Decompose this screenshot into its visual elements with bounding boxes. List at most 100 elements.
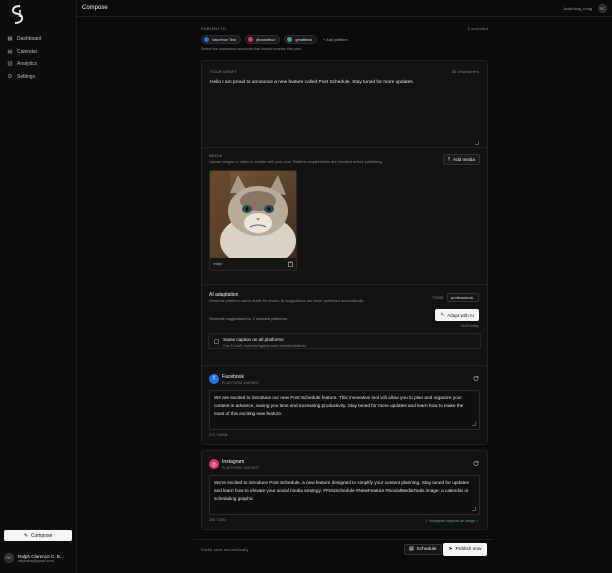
platform-subtitle: PLATFORM VARIANT (222, 381, 260, 385)
add-media-label: Add media (453, 157, 475, 162)
ai-generate-hint: Generate suggestions for 2 selected plat… (209, 317, 288, 321)
sidebar-item-label: Settings (17, 74, 36, 81)
resize-handle[interactable] (475, 141, 479, 145)
publish-button-label: Publish now (455, 547, 482, 552)
grid-icon: ▦ (7, 36, 13, 43)
account-icon (287, 37, 293, 42)
instagram-icon: ◎ (209, 459, 219, 469)
chart-icon: ▥ (7, 61, 13, 68)
draft-textarea[interactable]: Hello I am proud to announce a new featu… (210, 80, 479, 85)
facebook-textarea[interactable]: We are excited to introduce our new Post… (209, 390, 480, 430)
facebook-icon (204, 37, 209, 42)
user-email: ralpheba@gmail.com (18, 558, 54, 563)
resize-handle[interactable] (472, 422, 476, 426)
account-chip-label: Valorthun Test (212, 37, 236, 42)
footer-divider (193, 539, 493, 540)
facebook-icon: f (209, 374, 219, 384)
adapt-button-label: Adapt with AI (447, 312, 474, 318)
send-icon: ➤ (448, 547, 453, 552)
pencil-icon: ✎ (23, 532, 28, 539)
ai-subtitle: Generate platform-native drafts for revi… (209, 299, 365, 303)
tone-label: TONE (432, 296, 444, 300)
publish-now-button[interactable]: ➤ Publish now (443, 543, 487, 556)
sidebar-item-label: Dashboard (17, 36, 42, 43)
platform-subtitle: PLATFORM VARIANT (222, 466, 260, 470)
calendar-icon: ▤ (409, 547, 414, 552)
user-name: Ralph Clarence C. B... (18, 553, 64, 559)
sparkle-icon: ✎ (440, 312, 445, 317)
tone-select[interactable]: professional ⌄ (447, 293, 479, 302)
sidebar-item-analytics[interactable]: ▥ Analytics (4, 58, 72, 71)
selected-count: 2 selected (467, 27, 488, 31)
instagram-textarea[interactable]: We're excited to introduce Post Schedule… (209, 475, 480, 515)
header-avatar[interactable]: RC (598, 4, 607, 13)
thumbnail-label: Image (213, 262, 223, 266)
sidebar-item-calendar[interactable]: ▤ Calendar (4, 46, 72, 59)
instagram-text: We're excited to introduce Post Schedule… (214, 480, 469, 501)
publish-to-section: PUBLISH TO 2 selected (201, 27, 488, 31)
add-platform-button[interactable]: + Add platform (321, 35, 352, 44)
publish-to-label: PUBLISH TO (201, 27, 227, 31)
account-chip-greatthink[interactable]: greatthink (284, 35, 318, 44)
thumbnail-footer: Image (210, 258, 296, 270)
publish-hint: Select the connected accounts that shoul… (201, 47, 302, 51)
instagram-variant-card: ◎ Instagram PLATFORM VARIANT We're excit… (201, 450, 488, 530)
platform-name: Facebook (222, 374, 244, 380)
ai-title: AI adaptation (209, 292, 239, 298)
cat-photo (210, 171, 296, 260)
draft-card: YOUR DRAFT 85 characters Hello I am prou… (201, 60, 488, 154)
compose-button[interactable]: ✎ Compose (4, 530, 72, 541)
app-logo[interactable] (11, 5, 24, 24)
media-label: MEDIA (209, 154, 223, 158)
instagram-image-note: ✓ Instagram requires an image ✓ (425, 518, 479, 523)
upload-icon: ⤒ (448, 157, 451, 162)
media-thumbnail[interactable]: Image (209, 170, 297, 271)
sidebar-item-dashboard[interactable]: ▦ Dashboard (4, 33, 72, 46)
account-chip-label: greatthink (295, 37, 313, 42)
page-title: Compose (82, 5, 108, 11)
tone-value: professional (451, 295, 473, 300)
sidebar-item-settings[interactable]: ⚙ Settings (4, 71, 72, 84)
auto-save-note: Drafts save automatically (201, 548, 249, 552)
schedule-button-label: Schedule (416, 547, 437, 552)
account-chips: Valorthun Test @valorthun greatthink + A… (201, 35, 352, 44)
media-card: MEDIA Upload images or video to include … (201, 147, 488, 293)
sidebar-item-label: Analytics (17, 61, 38, 68)
platform-name: Instagram (222, 459, 245, 465)
facebook-text: We are excited to introduce our new Post… (214, 395, 464, 416)
same-caption-subtitle: One AI draft, reviewed against each sele… (223, 343, 308, 348)
ai-usage: 16/20 today (460, 324, 479, 328)
gear-icon: ⚙ (7, 74, 13, 81)
account-chip-facebook[interactable]: Valorthun Test (201, 35, 241, 44)
draft-char-count: 85 characters (452, 70, 479, 74)
facebook-char-count: 274 / 63206 (209, 433, 228, 437)
resize-handle[interactable] (472, 507, 476, 511)
refresh-icon[interactable] (473, 375, 479, 381)
instagram-char-count: 208 / 2200 (209, 518, 226, 522)
adapt-with-ai-button[interactable]: ✎ Adapt with AI (435, 309, 479, 321)
sidebar-nav: ▦ Dashboard ▤ Calendar ▥ Analytics ⚙ Set… (4, 33, 72, 83)
account-chip-instagram[interactable]: @valorthun (244, 35, 281, 44)
avatar: RC (4, 553, 14, 563)
timezone-label: Asia/Hong_Kong (563, 6, 593, 11)
user-profile[interactable]: RC Ralph Clarence C. B... ralpheba@gmail… (4, 553, 74, 563)
draft-label: YOUR DRAFT (210, 70, 238, 74)
schedule-button[interactable]: ▤ Schedule (404, 544, 442, 555)
same-caption-checkbox[interactable] (214, 339, 219, 344)
chevron-down-icon: ⌄ (471, 295, 475, 300)
top-bar: Compose Asia/Hong_Kong RC (77, 0, 612, 17)
facebook-variant-card: f Facebook PLATFORM VARIANT We are excit… (201, 365, 488, 445)
ai-adaptation-card: AI adaptation Generate platform-native d… (201, 284, 488, 372)
same-caption-title: Same caption on all platforms (223, 336, 284, 342)
refresh-icon[interactable] (473, 460, 479, 466)
sidebar: ▦ Dashboard ▤ Calendar ▥ Analytics ⚙ Set… (0, 0, 77, 573)
instagram-icon (247, 37, 253, 42)
account-chip-label: @valorthun (255, 37, 276, 42)
calendar-icon: ▤ (7, 48, 13, 55)
add-media-button[interactable]: ⤒ Add media (443, 154, 480, 165)
sidebar-item-label: Calendar (17, 48, 38, 55)
trash-icon[interactable] (288, 261, 293, 267)
compose-button-label: Compose (30, 532, 53, 539)
same-caption-option[interactable]: Same caption on all platforms One AI dra… (208, 333, 481, 349)
media-hint: Upload images or video to include with y… (209, 160, 383, 164)
